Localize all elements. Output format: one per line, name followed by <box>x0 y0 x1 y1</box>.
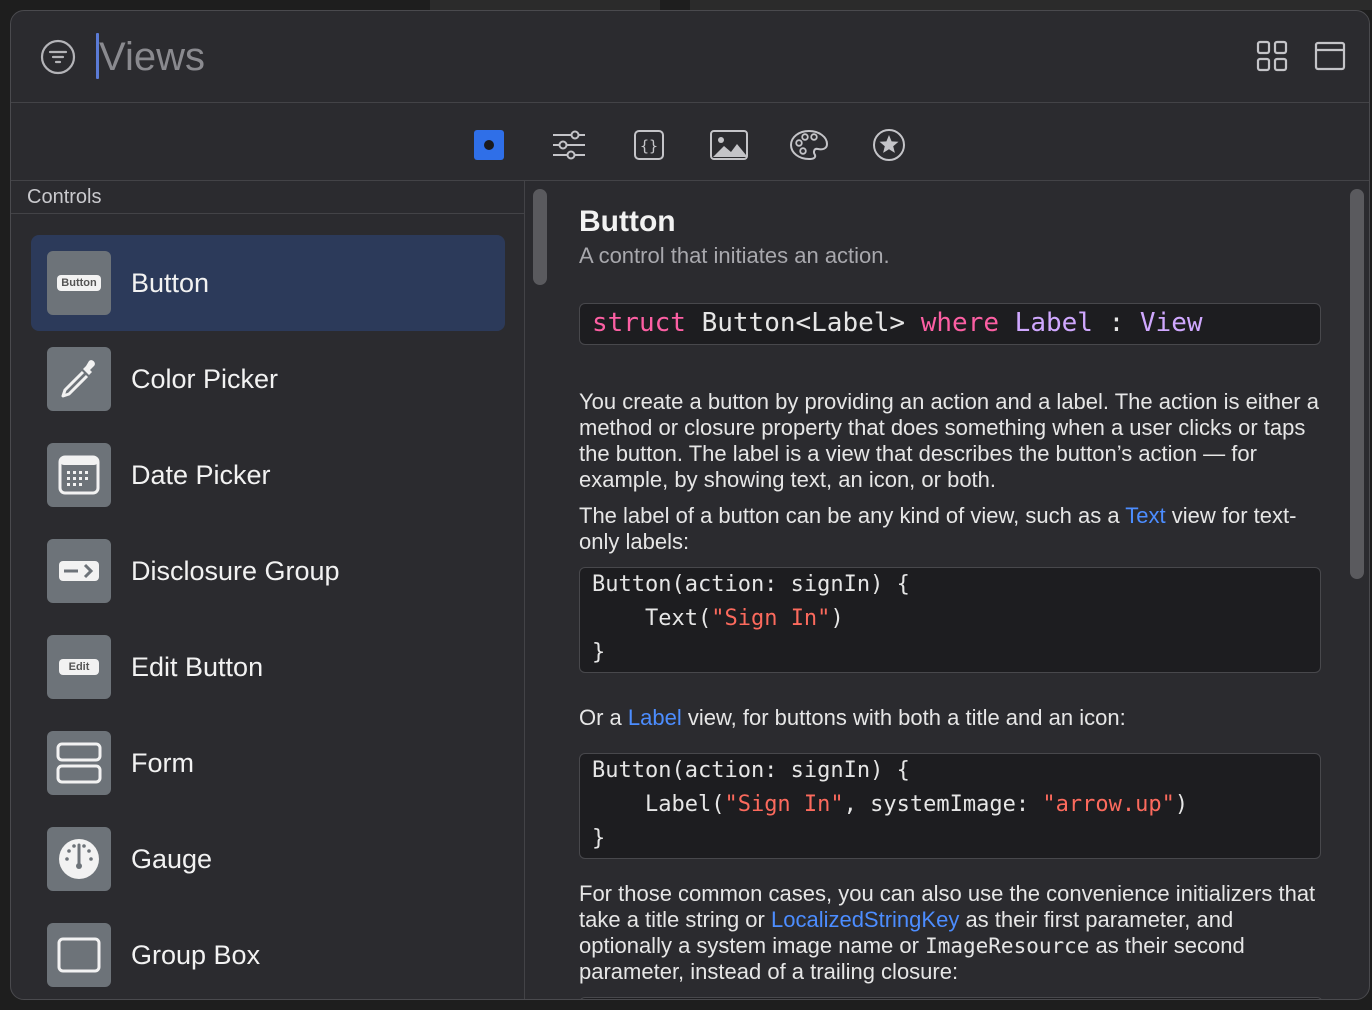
code-line: Label("Sign In", systemImage: "arrow.up"… <box>592 788 1320 822</box>
button-icon: Button <box>47 251 111 315</box>
code-line: Text("Sign In") <box>592 602 1320 636</box>
calendar-icon <box>47 443 111 507</box>
palette-icon <box>789 129 829 161</box>
list-item-label: Date Picker <box>131 459 271 490</box>
code-token: , systemImage: <box>843 792 1043 817</box>
code-sample-partial <box>579 997 1323 999</box>
list-item-label: Disclosure Group <box>131 555 340 586</box>
detail-scrollbar[interactable] <box>1350 189 1364 579</box>
code-string: "Sign In" <box>724 792 844 817</box>
code-string: "Sign In" <box>711 606 831 631</box>
decl-type: Label <box>999 308 1093 338</box>
sidebar-scrollbar[interactable] <box>533 189 547 285</box>
svg-text:{}: {} <box>640 137 658 155</box>
list-item-button[interactable]: Button Button <box>31 235 505 331</box>
decl-type: View <box>1139 308 1203 338</box>
overview-paragraph: You create a button by providing an acti… <box>579 389 1319 492</box>
tab-colors[interactable] <box>789 125 829 165</box>
decl-colon: : <box>1092 308 1140 338</box>
text-link[interactable]: Text <box>1125 503 1165 528</box>
decl-keyword: struct <box>592 308 686 338</box>
view-square-icon <box>474 130 504 160</box>
star-circle-icon <box>873 129 905 161</box>
detail-title: Button <box>579 205 676 238</box>
code-sample-text: Button(action: signIn) { Text("Sign In")… <box>579 567 1321 673</box>
list-item-group-box[interactable]: Group Box <box>31 907 505 999</box>
search-bar <box>11 11 1369 103</box>
sliders-icon <box>553 130 585 160</box>
detail-view-icon[interactable] <box>1313 39 1347 73</box>
tab-symbols[interactable] <box>869 125 909 165</box>
list-item-gauge[interactable]: Gauge <box>31 811 505 907</box>
code-line: Button(action: signIn) { <box>592 572 910 597</box>
background-window-strip <box>430 0 660 10</box>
localizedstringkey-link[interactable]: LocalizedStringKey <box>771 907 959 932</box>
sidebar: Controls Button Button Color Picker Date… <box>11 181 525 999</box>
library-window: {} Controls <box>10 10 1370 1000</box>
eyedropper-icon <box>47 347 111 411</box>
list-item-color-picker[interactable]: Color Picker <box>31 331 505 427</box>
text: Or a <box>579 705 628 730</box>
form-icon <box>47 731 111 795</box>
tab-snippets[interactable]: {} <box>629 125 669 165</box>
tab-views[interactable] <box>469 125 509 165</box>
list-item-form[interactable]: Form <box>31 715 505 811</box>
detail-subtitle: A control that initiates an action. <box>579 243 890 268</box>
paragraph-convenience: For those common cases, you can also use… <box>579 881 1329 985</box>
code-sample-label: Button(action: signIn) { Label("Sign In"… <box>579 753 1321 859</box>
list-item-label: Button <box>131 267 210 298</box>
code-token: Label( <box>592 792 725 817</box>
paragraph-label-types: The label of a button can be any kind of… <box>579 503 1329 555</box>
detail-pane: Button A control that initiates an actio… <box>555 181 1345 999</box>
gauge-icon <box>47 827 111 891</box>
text: The label of a button can be any kind of… <box>579 503 1126 528</box>
list-item-label: Edit Button <box>131 651 264 682</box>
text: view, for buttons with both a title and … <box>681 705 1126 730</box>
group-box-icon <box>47 923 111 987</box>
code-line: } <box>592 640 606 665</box>
disclosure-icon <box>47 539 111 603</box>
library-tabs: {} <box>11 103 1369 181</box>
background-window-strip <box>690 0 1372 10</box>
label-link[interactable]: Label <box>628 705 682 730</box>
declaration: struct Button<Label> where Label : View <box>579 303 1321 345</box>
section-header: Controls <box>11 181 525 214</box>
curly-braces-icon: {} <box>634 130 664 160</box>
list-item-label: Color Picker <box>131 363 279 394</box>
tab-modifiers[interactable] <box>549 125 589 165</box>
button-icon-label: Button <box>57 275 101 291</box>
code-line: Button(action: signIn) { <box>592 758 910 783</box>
view-list: Button Button Color Picker Date Picker D… <box>31 235 505 999</box>
code-line: } <box>592 826 606 851</box>
paragraph-label-view: Or a Label view, for buttons with both a… <box>579 705 1329 731</box>
code-token: Text( <box>592 606 712 631</box>
filter-icon[interactable] <box>40 39 76 75</box>
edit-icon-label: Edit <box>58 659 100 675</box>
inline-code: ImageResource <box>925 934 1090 958</box>
tab-media[interactable] <box>709 125 749 165</box>
list-item-label: Group Box <box>131 939 261 970</box>
decl-keyword: where <box>920 308 1000 338</box>
photo-icon <box>710 130 748 160</box>
grid-view-icon[interactable] <box>1255 39 1289 73</box>
list-item-label: Form <box>131 747 194 778</box>
code-token: ) <box>1174 792 1189 817</box>
list-item-disclosure-group[interactable]: Disclosure Group <box>31 523 505 619</box>
search-input[interactable] <box>99 29 699 85</box>
list-item-edit-button[interactable]: Edit Edit Button <box>31 619 505 715</box>
code-token: ) <box>830 606 844 631</box>
code-string: "arrow.up" <box>1042 792 1175 817</box>
edit-button-icon: Edit <box>47 635 111 699</box>
list-item-label: Gauge <box>131 843 213 874</box>
decl-name: Button<Label> <box>685 308 921 338</box>
list-item-date-picker[interactable]: Date Picker <box>31 427 505 523</box>
